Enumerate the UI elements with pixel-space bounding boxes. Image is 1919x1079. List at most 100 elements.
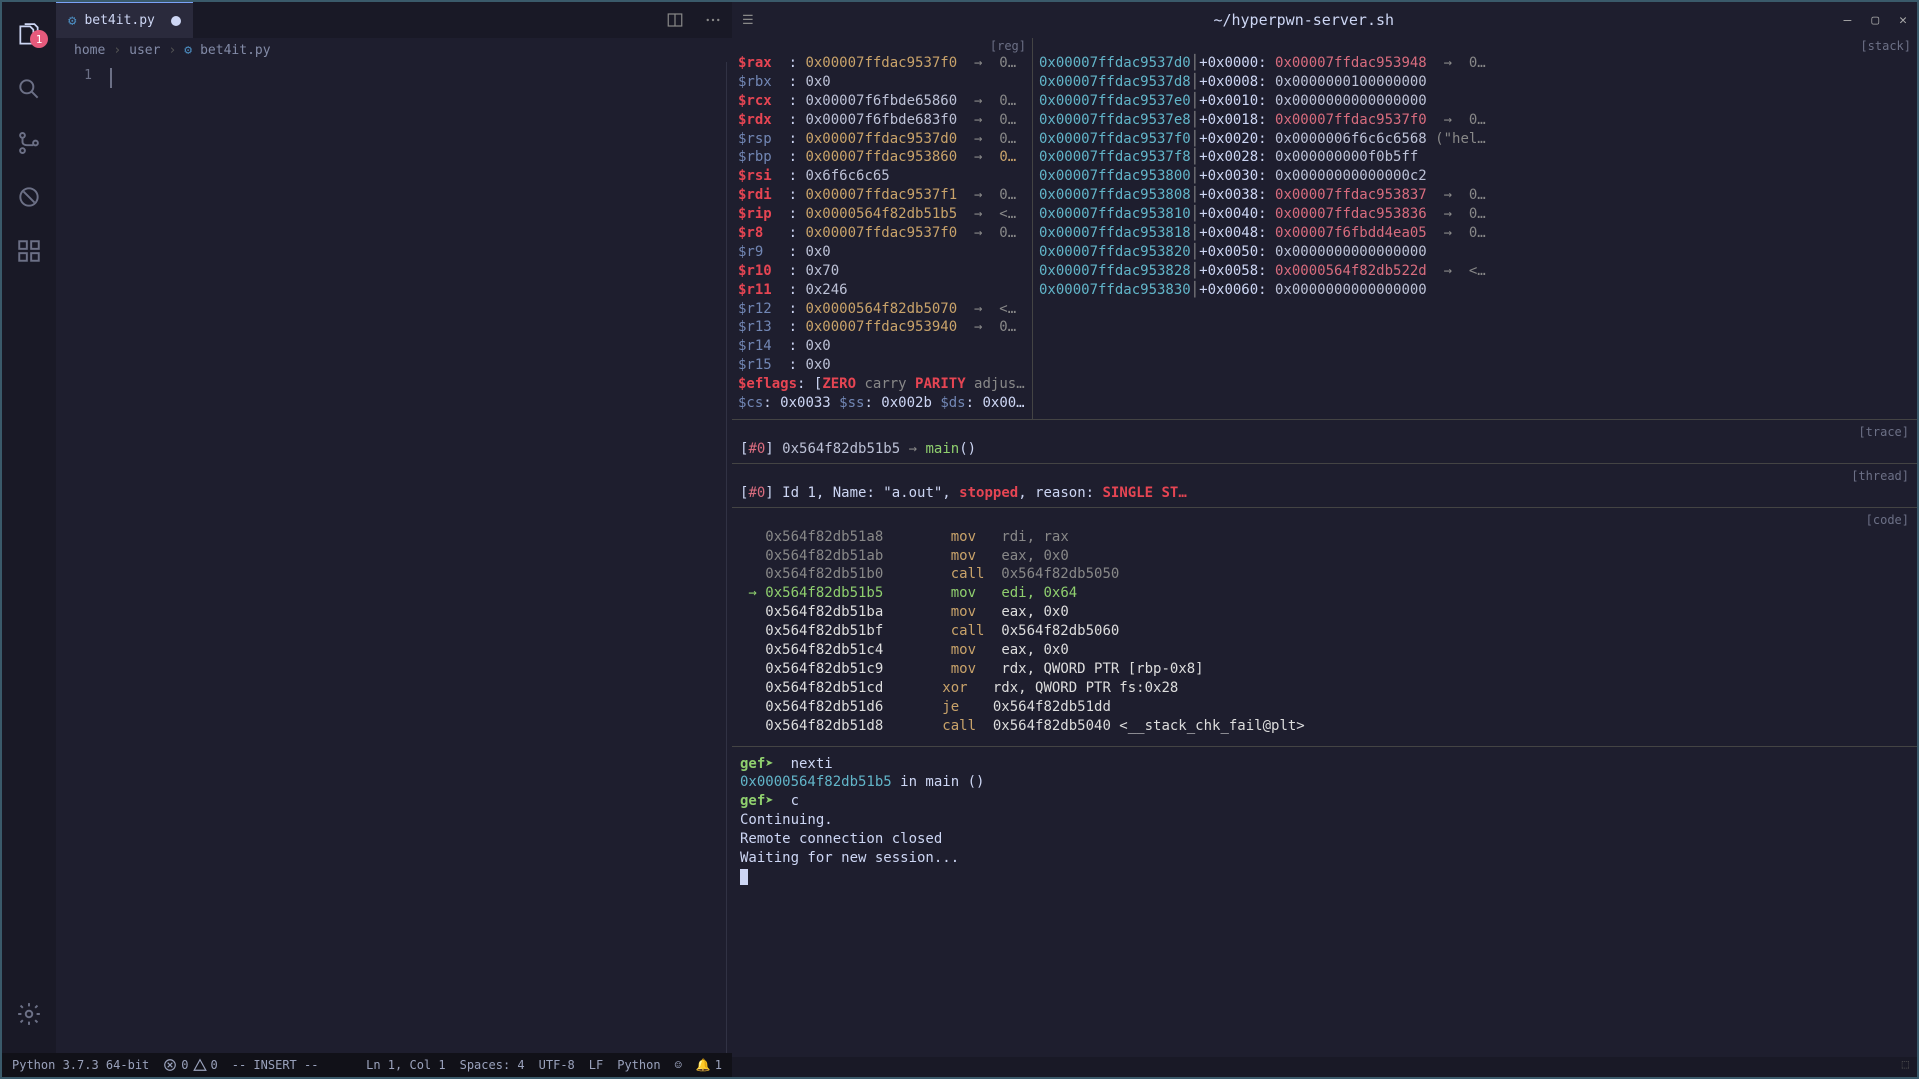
tab-bar: ⚙ bet4it.py — [56, 2, 732, 38]
disasm-row: 0x564f82db51c9 mov rdx, QWORD PTR [rbp-0… — [740, 660, 1909, 679]
terminal-body[interactable]: [reg] $rax : 0x00007ffdac9537f0 → 0…$rbx… — [732, 38, 1917, 1057]
vscode-panel: 1 ⚙ bet4it.py — [2, 2, 732, 1077]
status-position[interactable]: Ln 1, Col 1 — [366, 1058, 445, 1072]
disasm-row: 0x564f82db51d6 je 0x564f82db51dd — [740, 698, 1909, 717]
cursor — [740, 869, 748, 885]
register-row: $r14 : 0x0 — [738, 337, 1026, 356]
stack-row: 0x00007ffdac953830│+0x0060: 0x0000000000… — [1039, 281, 1911, 300]
disasm-row: 0x564f82db51a8 mov rdi, rax — [740, 528, 1909, 547]
editor-ruler — [726, 62, 727, 1053]
hamburger-icon[interactable]: ☰ — [742, 13, 764, 28]
editor-area: ⚙ bet4it.py home › user › ⚙ bet4it.py — [56, 2, 732, 1053]
stack-pane: [stack] 0x00007ffdac9537d0│+0x0000: 0x00… — [1032, 38, 1917, 419]
stack-row: 0x00007ffdac9537d0│+0x0000: 0x00007ffdac… — [1039, 54, 1911, 73]
editor-tab[interactable]: ⚙ bet4it.py — [56, 2, 193, 38]
terminal-title: ~/hyperpwn-server.sh — [764, 11, 1844, 29]
status-notifications[interactable]: 🔔 1 — [696, 1058, 722, 1072]
status-bar: Python 3.7.3 64-bit 0 0 -- INSERT -- Ln … — [2, 1053, 732, 1077]
status-eol[interactable]: LF — [589, 1058, 603, 1072]
eflags-row: $eflags: [ZERO carry PARITY adjus… — [738, 375, 1026, 394]
stack-row: 0x00007ffdac9537f8│+0x0028: 0x000000000f… — [1039, 148, 1911, 167]
breadcrumb-seg[interactable]: bet4it.py — [200, 43, 270, 58]
register-row: $rdx : 0x00007f6fbde683f0 → 0… — [738, 111, 1026, 130]
trace-row: [#0] 0x564f82db51b5 → main() — [740, 440, 1909, 459]
disasm-row: 0x564f82db51ba mov eax, 0x0 — [740, 603, 1909, 622]
thread-row: [#0] Id 1, Name: "a.out", stopped, reaso… — [740, 484, 1909, 503]
status-spaces[interactable]: Spaces: 4 — [460, 1058, 525, 1072]
settings-icon[interactable] — [2, 987, 56, 1041]
line-number: 1 — [56, 68, 92, 83]
maximize-icon[interactable]: ▢ — [1871, 13, 1879, 28]
register-row: $r12 : 0x0000564f82db5070 → <… — [738, 300, 1026, 319]
stack-row: 0x00007ffdac953808│+0x0038: 0x00007ffdac… — [1039, 186, 1911, 205]
section-label-thread: [thread] — [740, 468, 1909, 484]
close-icon[interactable]: ✕ — [1899, 13, 1907, 28]
register-row: $rip : 0x0000564f82db51b5 → <… — [738, 205, 1026, 224]
debug-icon[interactable] — [2, 170, 56, 224]
section-label-stack: [stack] — [1039, 38, 1911, 54]
disasm-row: 0x564f82db51ab mov eax, 0x0 — [740, 547, 1909, 566]
register-row: $rsi : 0x6f6c6c65 — [738, 167, 1026, 186]
breadcrumb[interactable]: home › user › ⚙ bet4it.py — [56, 38, 732, 62]
source-control-icon[interactable] — [2, 116, 56, 170]
split-editor-icon[interactable] — [656, 11, 694, 29]
section-label-trace: [trace] — [740, 424, 1909, 440]
disasm-row: → 0x564f82db51b5 mov edi, 0x64 — [740, 584, 1909, 603]
status-errors[interactable]: 0 0 — [163, 1058, 217, 1072]
stack-row: 0x00007ffdac953810│+0x0040: 0x00007ffdac… — [1039, 205, 1911, 224]
status-feedback-icon[interactable]: ☺ — [675, 1058, 682, 1072]
activity-bar: 1 — [2, 2, 56, 1053]
minimize-icon[interactable]: — — [1844, 13, 1852, 28]
thread-pane: [thread] [#0] Id 1, Name: "a.out", stopp… — [732, 463, 1917, 507]
terminal-panel: ☰ ~/hyperpwn-server.sh — ▢ ✕ [reg] $rax … — [732, 2, 1917, 1077]
register-row: $r13 : 0x00007ffdac953940 → 0… — [738, 318, 1026, 337]
segments-row: $cs: 0x0033 $ss: 0x002b $ds: 0x00… — [738, 394, 1026, 413]
register-row: $rcx : 0x00007f6fbde65860 → 0… — [738, 92, 1026, 111]
breadcrumb-seg[interactable]: user — [129, 43, 160, 58]
disasm-row: 0x564f82db51b0 call 0x564f82db5050 — [740, 565, 1909, 584]
stack-row: 0x00007ffdac9537e8│+0x0018: 0x00007ffdac… — [1039, 111, 1911, 130]
explorer-icon[interactable]: 1 — [2, 8, 56, 62]
registers-pane: [reg] $rax : 0x00007ffdac9537f0 → 0…$rbx… — [732, 38, 1032, 419]
extensions-icon[interactable] — [2, 224, 56, 278]
register-row: $rdi : 0x00007ffdac9537f1 → 0… — [738, 186, 1026, 205]
code-line[interactable] — [110, 68, 732, 88]
python-file-icon: ⚙ — [68, 13, 76, 29]
register-row: $rbx : 0x0 — [738, 73, 1026, 92]
register-row: $rax : 0x00007ffdac9537f0 → 0… — [738, 54, 1026, 73]
more-actions-icon[interactable] — [694, 11, 732, 29]
register-row: $r8 : 0x00007ffdac9537f0 → 0… — [738, 224, 1026, 243]
python-file-icon: ⚙ — [184, 43, 192, 58]
stack-row: 0x00007ffdac953828│+0x0058: 0x0000564f82… — [1039, 262, 1911, 281]
terminal-statusbar: ⬚ — [732, 1057, 1917, 1077]
stack-row: 0x00007ffdac953820│+0x0050: 0x0000000000… — [1039, 243, 1911, 262]
console-pane[interactable]: gef➤ nexti 0x0000564f82db51b5 in main ()… — [732, 746, 1917, 895]
code-area[interactable] — [110, 62, 732, 1053]
disasm-row: 0x564f82db51bf call 0x564f82db5060 — [740, 622, 1909, 641]
stack-row: 0x00007ffdac9537e0│+0x0010: 0x0000000000… — [1039, 92, 1911, 111]
section-label-code: [code] — [740, 512, 1909, 528]
breadcrumb-seg[interactable]: home — [74, 43, 105, 58]
disasm-row: 0x564f82db51c4 mov eax, 0x0 — [740, 641, 1909, 660]
status-language[interactable]: Python — [617, 1058, 660, 1072]
status-mode: -- INSERT -- — [232, 1058, 319, 1072]
tab-filename: bet4it.py — [84, 13, 154, 28]
trace-pane: [trace] [#0] 0x564f82db51b5 → main() — [732, 419, 1917, 463]
explorer-badge: 1 — [30, 30, 48, 48]
status-python[interactable]: Python 3.7.3 64-bit — [12, 1058, 149, 1072]
search-icon[interactable] — [2, 62, 56, 116]
editor-body[interactable]: 1 — [56, 62, 732, 1053]
register-row: $r9 : 0x0 — [738, 243, 1026, 262]
tab-dirty-indicator — [171, 16, 181, 26]
stack-row: 0x00007ffdac9537d8│+0x0008: 0x0000000100… — [1039, 73, 1911, 92]
terminal-titlebar: ☰ ~/hyperpwn-server.sh — ▢ ✕ — [732, 2, 1917, 38]
stack-row: 0x00007ffdac9537f0│+0x0020: 0x0000006f6c… — [1039, 130, 1911, 149]
register-row: $rsp : 0x00007ffdac9537d0 → 0… — [738, 130, 1026, 149]
line-gutter: 1 — [56, 62, 110, 1053]
status-encoding[interactable]: UTF-8 — [539, 1058, 575, 1072]
chevron-right-icon: › — [168, 43, 176, 58]
register-row: $rbp : 0x00007ffdac953860 → 0… — [738, 148, 1026, 167]
stack-row: 0x00007ffdac953818│+0x0048: 0x00007f6fbd… — [1039, 224, 1911, 243]
register-row: $r15 : 0x0 — [738, 356, 1026, 375]
vscode-main: 1 ⚙ bet4it.py — [2, 2, 732, 1053]
